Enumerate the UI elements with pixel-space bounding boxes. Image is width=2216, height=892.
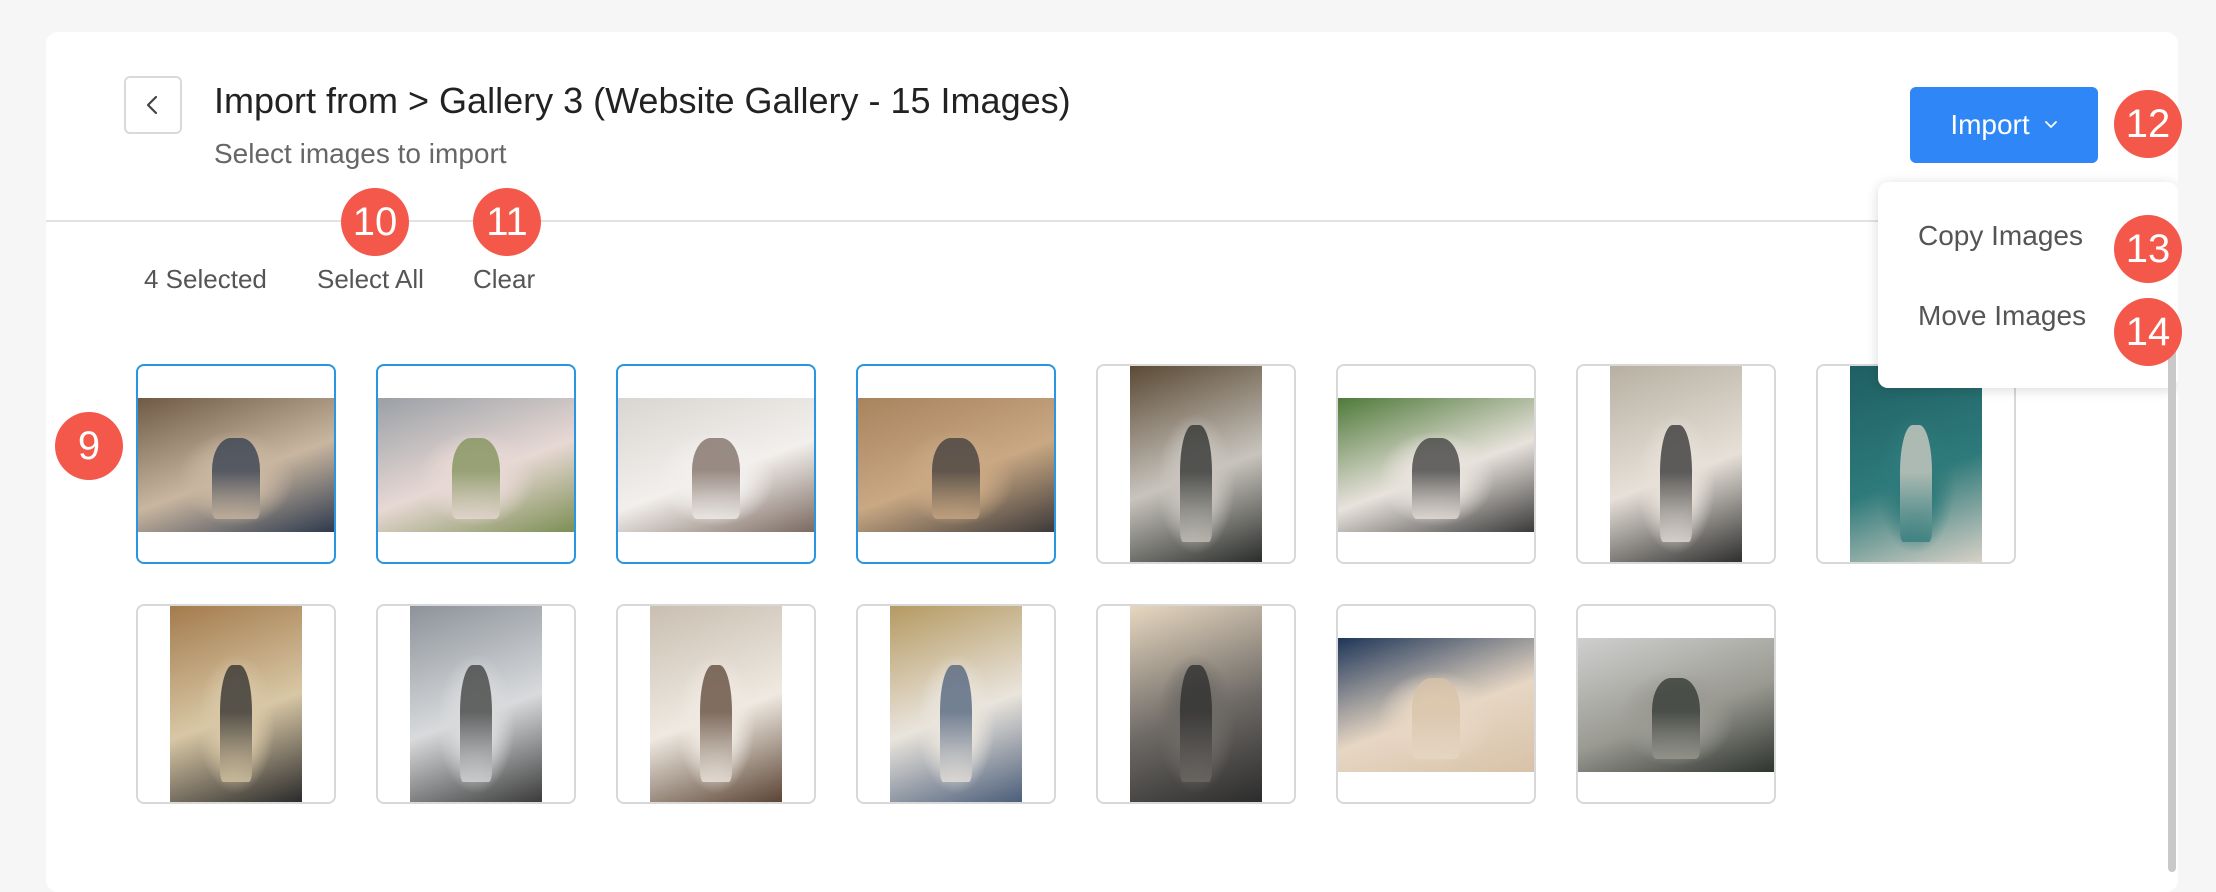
page-subtitle: Select images to import	[214, 138, 507, 169]
photo-subject	[1652, 678, 1700, 759]
select-all-link[interactable]: Select All	[317, 264, 424, 295]
photo-hands-on-dress	[1338, 398, 1534, 532]
photo-subject	[1180, 424, 1212, 543]
photo-subject	[220, 664, 252, 783]
scrollbar[interactable]	[2168, 332, 2176, 872]
image-thumbnail[interactable]	[376, 604, 576, 804]
photo-ocean-aerial	[1850, 366, 1982, 562]
photo-subject	[1180, 664, 1212, 783]
annotation-badge-9: 9	[55, 412, 123, 480]
menu-item-copy-images[interactable]: Copy Images	[1918, 220, 2083, 252]
photo-field-couple	[170, 606, 302, 802]
selected-count: 4 Selected	[144, 264, 267, 294]
photo-subject	[1412, 678, 1460, 759]
import-button[interactable]: Import	[1910, 87, 2098, 163]
chevron-down-icon	[2044, 120, 2058, 130]
photo-subject	[932, 438, 980, 519]
back-button[interactable]	[124, 76, 182, 134]
image-thumbnail[interactable]	[136, 364, 336, 564]
image-thumbnail[interactable]	[1336, 604, 1536, 804]
image-thumbnail[interactable]	[1576, 364, 1776, 564]
image-thumbnail[interactable]	[1096, 604, 1296, 804]
image-thumbnail[interactable]	[376, 364, 576, 564]
photo-hill-couple	[1578, 638, 1774, 772]
photo-meadow-veil	[890, 606, 1022, 802]
annotation-badge-13: 13	[2114, 215, 2182, 283]
annotation-badge-11: 11	[473, 188, 541, 256]
chevron-left-icon	[146, 95, 158, 115]
photo-subject	[700, 664, 732, 783]
menu-item-move-images[interactable]: Move Images	[1918, 300, 2086, 332]
photo-subject	[940, 664, 972, 783]
image-thumbnail[interactable]	[856, 604, 1056, 804]
image-thumbnail[interactable]	[856, 364, 1056, 564]
photo-couple-from-behind	[1610, 366, 1742, 562]
photo-subject	[1412, 438, 1460, 519]
photo-subject	[212, 438, 260, 519]
image-thumbnail[interactable]	[1096, 364, 1296, 564]
image-thumbnail[interactable]	[1336, 364, 1536, 564]
import-panel: Import from > Gallery 3 (Website Gallery…	[46, 32, 2178, 892]
annotation-badge-12: 12	[2114, 90, 2182, 158]
photo-forest-veil	[1130, 366, 1262, 562]
image-thumbnail[interactable]	[1816, 364, 2016, 564]
import-button-label: Import	[1950, 109, 2030, 140]
image-thumbnail[interactable]	[616, 364, 816, 564]
photo-couple-smiling	[138, 398, 334, 532]
annotation-badge-10: 10	[341, 188, 409, 256]
photo-stone-wall-couple	[858, 398, 1054, 532]
annotation-badge-14: 14	[2114, 298, 2182, 366]
photo-bouquet-hands	[378, 398, 574, 532]
photo-beach-veil	[410, 606, 542, 802]
photo-subject	[692, 438, 740, 519]
photo-subject	[452, 438, 500, 519]
photo-subject	[460, 664, 492, 783]
photo-rooftop-sunset	[1130, 606, 1262, 802]
image-thumbnail[interactable]	[136, 604, 336, 804]
page-title: Import from > Gallery 3 (Website Gallery…	[214, 80, 1071, 121]
photo-veil-kiss	[618, 398, 814, 532]
photo-subject	[1660, 424, 1692, 543]
clear-link[interactable]: Clear	[473, 264, 535, 295]
image-thumbnail[interactable]	[616, 604, 816, 804]
photo-subject	[1900, 424, 1932, 543]
image-thumbnail[interactable]	[1576, 604, 1776, 804]
photo-groom-boutonniere	[1338, 638, 1534, 772]
photo-bride-bouquet	[650, 606, 782, 802]
